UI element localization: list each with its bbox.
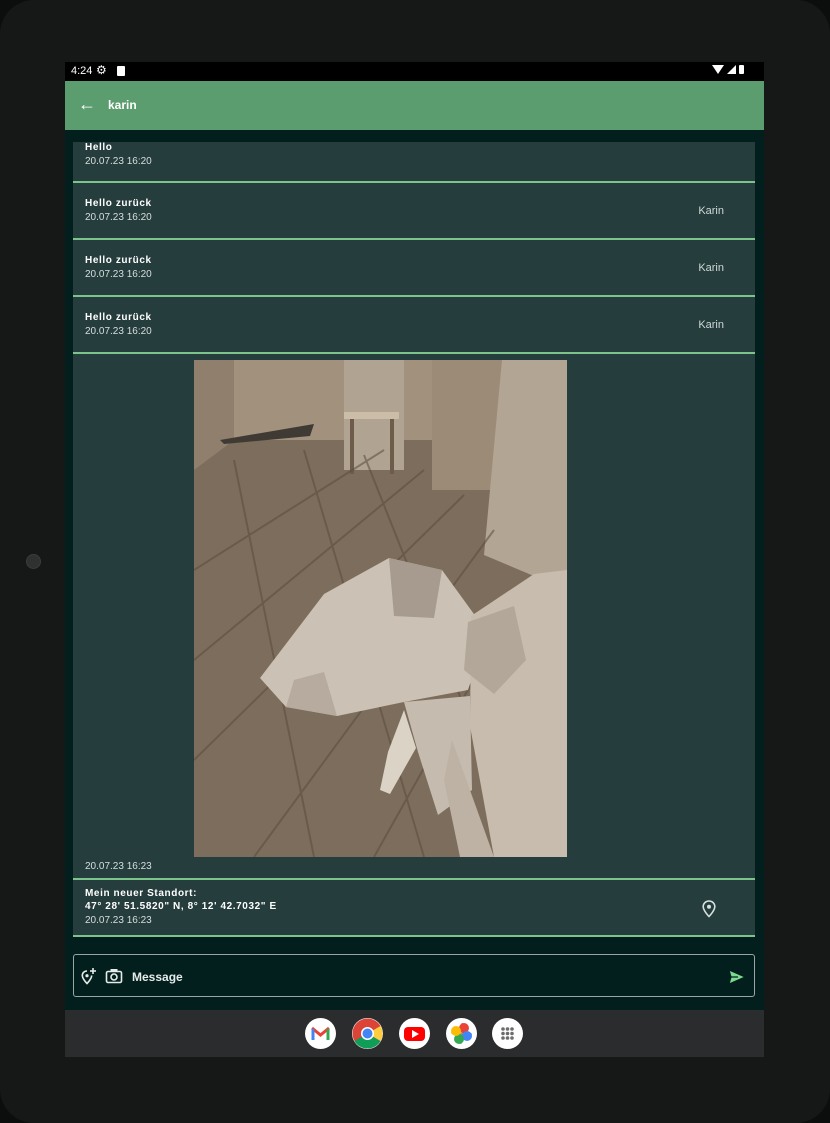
status-time: 4:24 bbox=[71, 65, 93, 77]
message-timestamp: 20.07.23 16:23 bbox=[85, 915, 152, 926]
dog-photo bbox=[194, 360, 567, 857]
message-text: Hello bbox=[85, 142, 113, 153]
back-arrow-icon[interactable]: ← bbox=[78, 94, 96, 114]
message-item[interactable]: Hello zurück 20.07.23 16:20 Karin bbox=[73, 297, 755, 354]
message-input[interactable] bbox=[130, 965, 694, 989]
photos-icon[interactable] bbox=[446, 1018, 477, 1049]
location-label: Mein neuer Standort: bbox=[85, 888, 198, 899]
camera-icon[interactable] bbox=[105, 967, 123, 985]
app-bar: ← karin bbox=[65, 81, 764, 130]
message-timestamp: 20.07.23 16:20 bbox=[85, 269, 152, 280]
battery-icon bbox=[739, 65, 744, 74]
front-camera bbox=[26, 554, 41, 569]
message-text: Hello zurück bbox=[85, 255, 152, 266]
tablet-frame: 4:24 ⚙ ← karin Hello 20.07.23 16:20 Hell… bbox=[0, 0, 830, 1123]
message-timestamp: 20.07.23 16:20 bbox=[85, 326, 152, 337]
message-composer bbox=[73, 954, 755, 997]
taskbar bbox=[65, 1010, 764, 1057]
location-message[interactable]: Mein neuer Standort: 47° 28' 51.5820" N,… bbox=[73, 880, 755, 937]
screen: 4:24 ⚙ ← karin Hello 20.07.23 16:20 Hell… bbox=[65, 62, 764, 1057]
app-drawer-icon[interactable] bbox=[492, 1018, 523, 1049]
image-message[interactable]: 20.07.23 16:23 bbox=[73, 354, 755, 880]
message-author: Karin bbox=[698, 205, 724, 217]
message-item[interactable]: Hello zurück 20.07.23 16:20 Karin bbox=[73, 183, 755, 240]
photo-attachment[interactable] bbox=[194, 360, 567, 857]
location-coordinates: 47° 28' 51.5820" N, 8° 12' 42.7032" E bbox=[85, 901, 277, 912]
youtube-icon[interactable] bbox=[399, 1018, 430, 1049]
message-author: Karin bbox=[698, 262, 724, 274]
message-text: Hello zurück bbox=[85, 198, 152, 209]
gmail-icon[interactable] bbox=[305, 1018, 336, 1049]
status-bar: 4:24 ⚙ bbox=[65, 62, 764, 81]
message-timestamp: 20.07.23 16:23 bbox=[85, 861, 152, 872]
signal-icon bbox=[727, 65, 736, 74]
sd-card-icon bbox=[117, 66, 125, 76]
message-author: Karin bbox=[698, 319, 724, 331]
send-icon[interactable] bbox=[728, 968, 746, 986]
message-timestamp: 20.07.23 16:20 bbox=[85, 212, 152, 223]
wifi-icon bbox=[712, 65, 724, 74]
message-text: Hello zurück bbox=[85, 312, 152, 323]
status-icons bbox=[712, 65, 744, 74]
settings-status-icon: ⚙ bbox=[96, 63, 107, 77]
add-location-icon[interactable] bbox=[79, 967, 97, 985]
message-item[interactable]: Hello zurück 20.07.23 16:20 Karin bbox=[73, 240, 755, 297]
message-timestamp: 20.07.23 16:20 bbox=[85, 156, 152, 167]
chrome-icon[interactable] bbox=[352, 1018, 383, 1049]
message-item[interactable]: Hello 20.07.23 16:20 bbox=[73, 142, 755, 183]
chat-title: karin bbox=[108, 98, 137, 112]
location-pin-icon[interactable] bbox=[701, 900, 717, 918]
